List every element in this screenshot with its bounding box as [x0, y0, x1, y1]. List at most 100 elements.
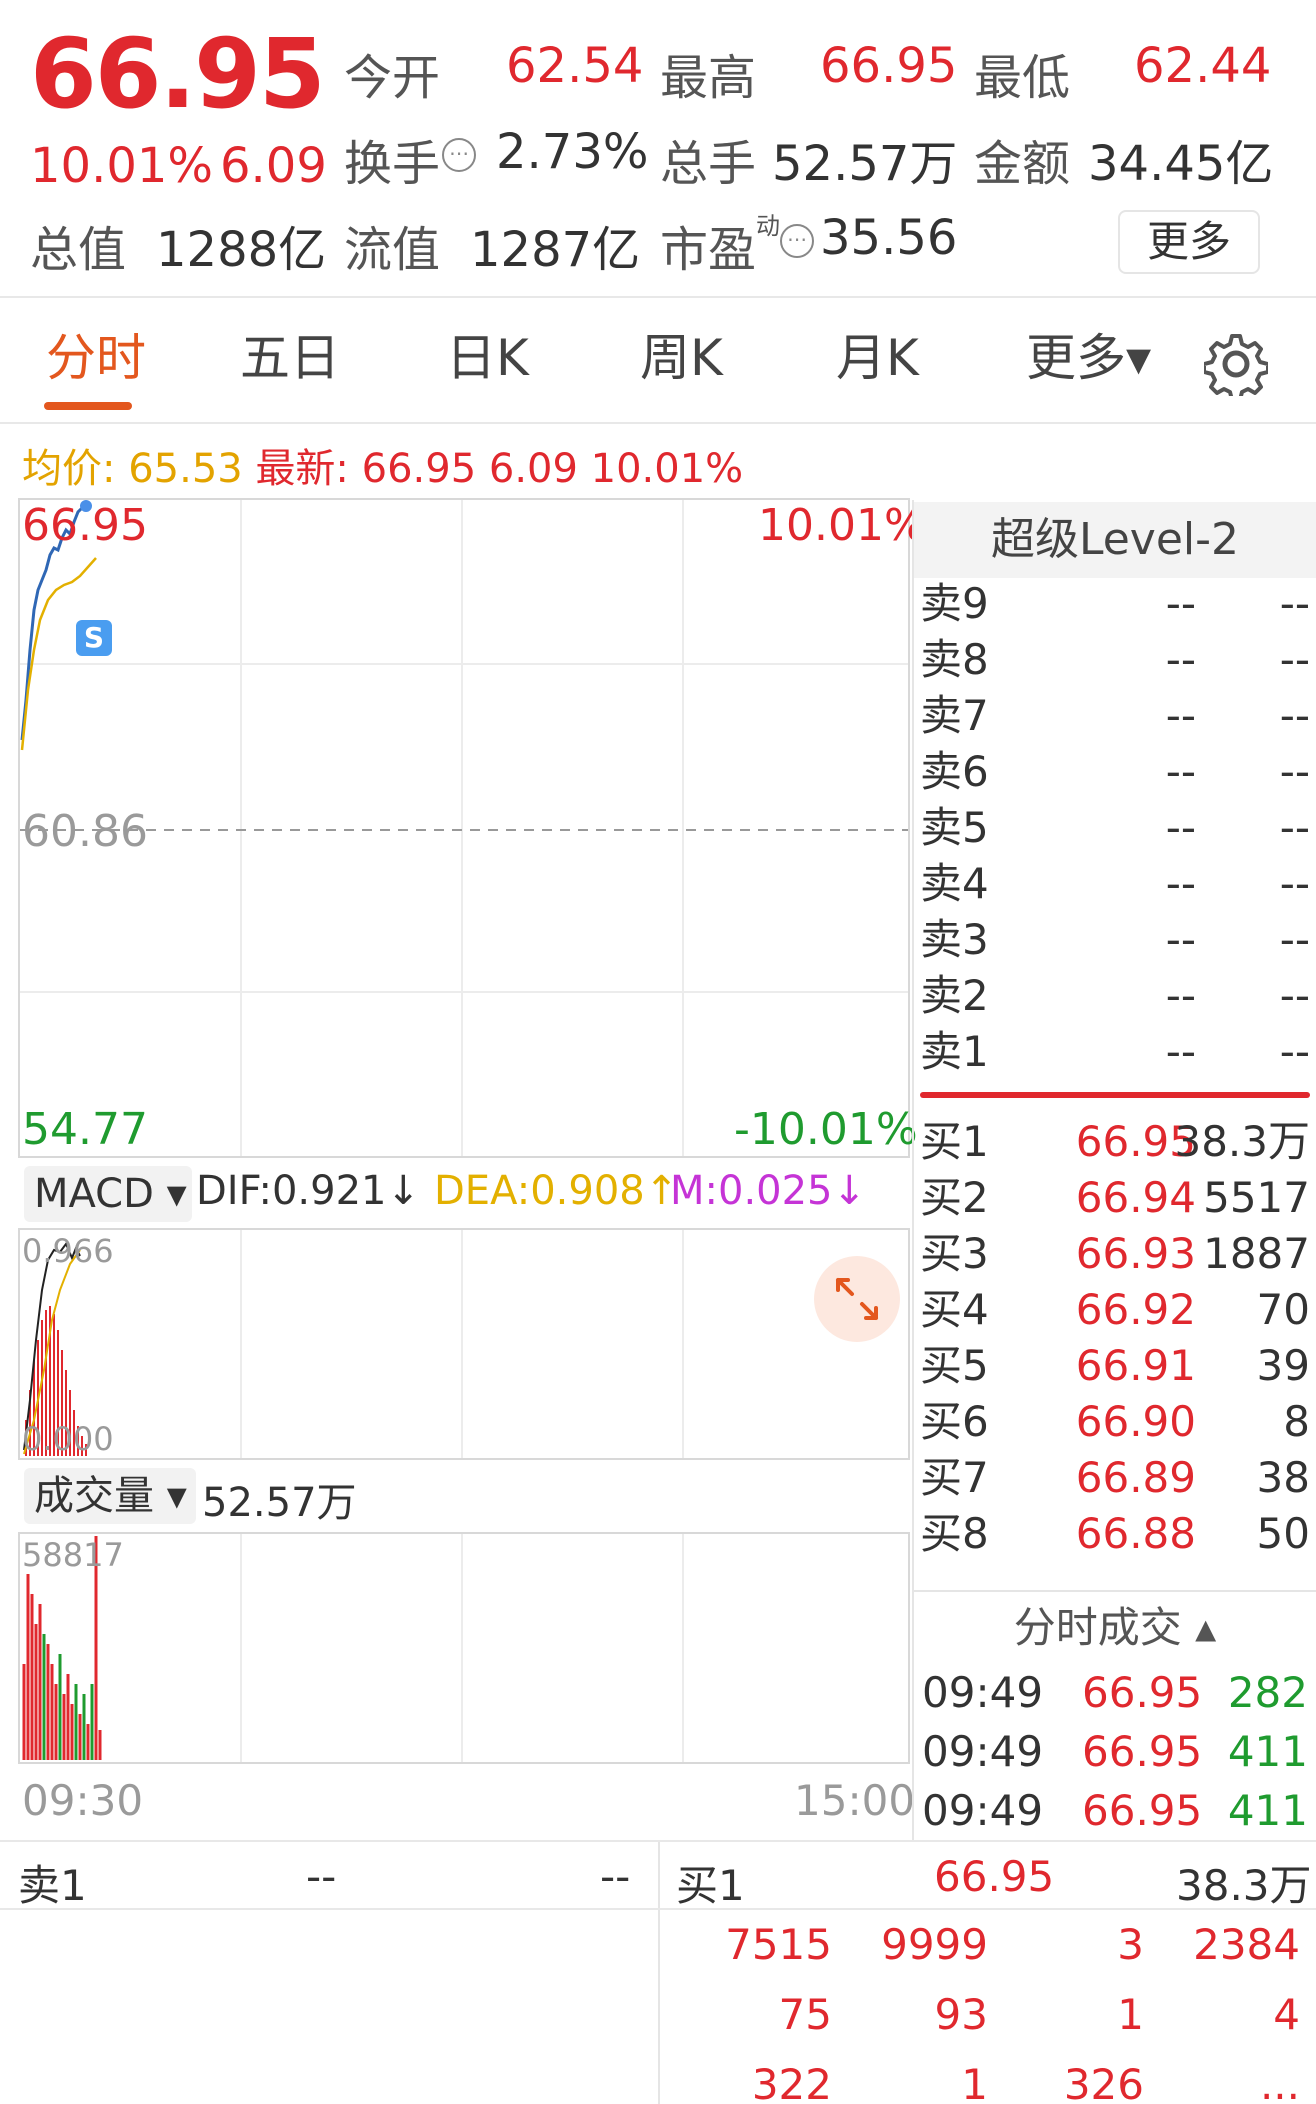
- trade-vol: 282: [1227, 1668, 1308, 1717]
- ask-label: 卖4: [920, 859, 989, 908]
- latest-change: 6.09: [488, 446, 578, 492]
- bid-row[interactable]: 买4 66.92 70: [920, 1282, 1316, 1338]
- ask-price: --: [1165, 915, 1196, 964]
- bid-row[interactable]: 买2 66.94 5517: [920, 1170, 1316, 1226]
- tab-monthly-k[interactable]: 月K: [836, 318, 919, 390]
- ask-label: 卖9: [920, 579, 989, 628]
- bottom-divider: [658, 1842, 660, 2104]
- high-label: 最高: [660, 50, 757, 106]
- divider: [914, 1590, 1316, 1592]
- ask-vol: --: [1279, 1027, 1310, 1076]
- macd-selector[interactable]: MACD ▾: [24, 1166, 192, 1222]
- bid-label: 买6: [920, 1397, 989, 1446]
- tab-intraday[interactable]: 分时: [46, 318, 146, 390]
- bid-vol: 50: [1256, 1509, 1310, 1558]
- ask-vol: --: [1279, 747, 1310, 796]
- pe-label: 市盈: [660, 222, 757, 278]
- bid-row[interactable]: 买6 66.90 8: [920, 1394, 1316, 1450]
- tab-more[interactable]: 更多▾: [1026, 318, 1151, 390]
- avg-value: 65.53: [128, 446, 243, 492]
- bid-price: 66.88: [1075, 1509, 1196, 1558]
- expand-icon[interactable]: [814, 1256, 900, 1342]
- bottom-sell1-vol: --: [600, 1852, 631, 1901]
- trade-row[interactable]: 09:49 66.95 411: [922, 1782, 1312, 1840]
- avg-label: 均价:: [22, 446, 116, 492]
- ask-vol: --: [1279, 579, 1310, 628]
- amount-label: 金额: [974, 136, 1071, 192]
- bid-row[interactable]: 买8 66.88 50: [920, 1506, 1316, 1562]
- ask-price: --: [1165, 691, 1196, 740]
- current-price: 66.95: [30, 18, 326, 130]
- ask-price: --: [1165, 971, 1196, 1020]
- macd-zero-label: 0.000: [22, 1420, 114, 1458]
- bottom-buy1-vol: 38.3万: [1176, 1861, 1312, 1910]
- level2-title[interactable]: 超级Level-2: [914, 502, 1316, 578]
- intraday-price-chart[interactable]: S: [18, 498, 910, 1158]
- ask-vol: --: [1279, 859, 1310, 908]
- ask-row[interactable]: 卖7 -- --: [920, 688, 1316, 744]
- trade-row[interactable]: 09:49 66.95 411: [922, 1723, 1312, 1781]
- signal-badge[interactable]: S: [76, 620, 112, 656]
- more-button[interactable]: 更多: [1118, 210, 1260, 274]
- volume-chart[interactable]: 58817: [18, 1532, 910, 1764]
- ask-row[interactable]: 卖2 -- --: [920, 968, 1316, 1024]
- bid-label: 买8: [920, 1509, 989, 1558]
- ask-row[interactable]: 卖4 -- --: [920, 856, 1316, 912]
- book-divider: [920, 1092, 1310, 1098]
- bid-price: 66.90: [1075, 1397, 1196, 1446]
- volume-selector[interactable]: 成交量 ▾: [24, 1468, 196, 1524]
- bid-row[interactable]: 买1 66.95 38.3万: [920, 1114, 1316, 1170]
- bid-label: 买1: [920, 1117, 989, 1166]
- pe-superscript: 动: [756, 212, 780, 240]
- bid-row[interactable]: 买3 66.93 1887: [920, 1226, 1316, 1282]
- ask-row[interactable]: 卖5 -- --: [920, 800, 1316, 856]
- divider: [0, 296, 1316, 298]
- bid-label: 买2: [920, 1173, 989, 1222]
- info-icon[interactable]: ⋯: [780, 224, 814, 258]
- bid-vol: 70: [1256, 1285, 1310, 1334]
- volume-top-label: 58817: [22, 1536, 124, 1574]
- tab-daily-k[interactable]: 日K: [446, 318, 529, 390]
- trade-time: 09:49: [922, 1668, 1044, 1717]
- trade-price: 66.95: [1082, 1668, 1203, 1717]
- ask-row[interactable]: 卖1 -- --: [920, 1024, 1316, 1080]
- ask-label: 卖1: [920, 1027, 989, 1076]
- high-value: 66.95: [820, 38, 958, 94]
- queue-cell: 75: [778, 1990, 832, 2039]
- ask-row[interactable]: 卖3 -- --: [920, 912, 1316, 968]
- queue-cell: 2384: [1193, 1920, 1300, 1969]
- open-label: 今开: [344, 50, 441, 106]
- bid-row[interactable]: 买5 66.91 39: [920, 1338, 1316, 1394]
- chart-bottom-price: 54.77: [22, 1104, 148, 1155]
- tab-weekly-k[interactable]: 周K: [640, 318, 723, 390]
- ask-row[interactable]: 卖6 -- --: [920, 744, 1316, 800]
- gear-icon[interactable]: [1202, 332, 1270, 402]
- chart-top-percent: 10.01%: [758, 500, 926, 551]
- mktcap-label: 总值: [30, 222, 127, 278]
- trade-vol: 411: [1227, 1786, 1308, 1835]
- tab-five-day[interactable]: 五日: [240, 318, 340, 390]
- ask-price: --: [1165, 635, 1196, 684]
- ask-label: 卖7: [920, 691, 989, 740]
- trade-vol: 411: [1227, 1727, 1308, 1776]
- macd-chart[interactable]: 0.966 0.000: [18, 1228, 910, 1460]
- trades-title[interactable]: 分时成交 ▴: [914, 1594, 1316, 1662]
- queue-cell: 7515: [725, 1920, 832, 1969]
- trade-row[interactable]: 09:49 66.95 282: [922, 1664, 1312, 1722]
- bid-vol: 8: [1283, 1397, 1310, 1446]
- change-amount: 6.09: [220, 138, 327, 194]
- volume-label: 总手: [660, 136, 757, 192]
- bid-label: 买4: [920, 1285, 989, 1334]
- turnover-value: 2.73%: [496, 124, 649, 180]
- ask-vol: --: [1279, 691, 1310, 740]
- volume-total: 52.57万: [202, 1480, 357, 1526]
- bid-row[interactable]: 买7 66.89 38: [920, 1450, 1316, 1506]
- ask-row[interactable]: 卖9 -- --: [920, 576, 1316, 632]
- divider: [0, 422, 1316, 424]
- trade-time: 09:49: [922, 1727, 1044, 1776]
- ask-row[interactable]: 卖8 -- --: [920, 632, 1316, 688]
- queue-cell: 1: [961, 2060, 988, 2104]
- ask-label: 卖5: [920, 803, 989, 852]
- info-icon[interactable]: ⋯: [442, 138, 476, 172]
- ask-vol: --: [1279, 971, 1310, 1020]
